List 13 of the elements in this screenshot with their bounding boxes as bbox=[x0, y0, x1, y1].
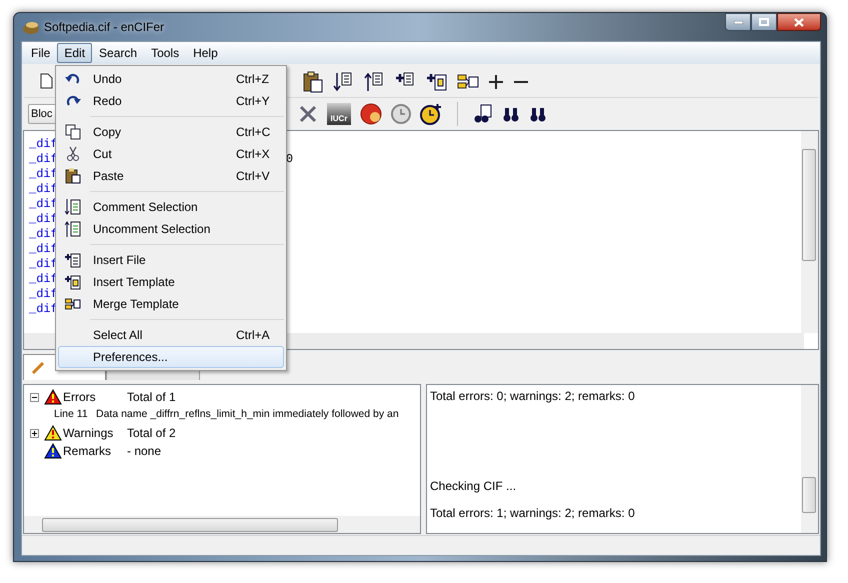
shortcut-text: Ctrl+X bbox=[236, 146, 270, 163]
summary-text: Total of 1 bbox=[127, 389, 176, 406]
message-text: Data name _diffrn_reflns_limit_h_min immediately followed by an bbox=[96, 407, 399, 422]
log-text: Total errors: 1; warnings: 2; remarks: 0 bbox=[430, 506, 636, 521]
window-title: Softpedia.cif - enCIFer bbox=[44, 19, 164, 36]
shortcut-text: Ctrl+V bbox=[236, 168, 270, 185]
shortcut-text: Ctrl+Z bbox=[236, 71, 269, 88]
log-text: Checking CIF ... bbox=[430, 479, 518, 494]
shortcut-text: Ctrl+A bbox=[236, 327, 270, 344]
summary-text: - none bbox=[127, 443, 162, 460]
log-text: Total errors: 0; warnings: 2; remarks: 0 bbox=[430, 389, 636, 404]
shortcut-text: Ctrl+Y bbox=[236, 93, 270, 110]
summary-text: Total of 2 bbox=[127, 425, 176, 442]
